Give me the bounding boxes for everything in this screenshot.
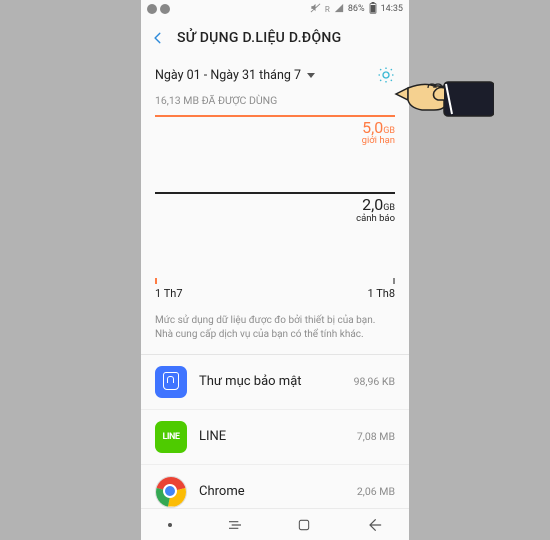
back-button[interactable] [366,517,382,533]
warning-label: cảnh báo [155,214,395,224]
app-name: Chrome [199,484,345,499]
disclaimer-line1: Mức sử dụng dữ liệu được đo bởi thiết bị… [155,314,395,328]
app-name: LINE [199,429,345,444]
warning-line [155,192,395,194]
axis-label-end: 1 Th8 [275,287,395,300]
limit-value: 5,0 [362,118,383,137]
list-item[interactable]: Chrome 2,06 MB [141,465,409,508]
app-list: Thư mục bảo mật 98,96 KB LINE LINE 7,08 … [141,355,409,508]
disclaimer-line2: Nhà cung cấp dịch vụ của bạn có thể tính… [155,328,395,342]
navigation-bar [141,508,409,540]
status-bar: R 86% 14:35 [141,0,409,18]
clock-text: 14:35 [381,4,403,14]
usage-chart: 16,13 MB ĐÃ ĐƯỢC DÙNG 5,0GB giới hạn 2,0… [141,94,409,306]
axis-label-start: 1 Th7 [155,287,275,300]
limit-marker[interactable]: 5,0GB giới hạn [155,115,395,146]
chat-icon [160,4,170,14]
nav-dot-icon [168,523,172,527]
app-name: Thư mục bảo mật [199,374,342,389]
app-usage: 7,08 MB [357,430,395,443]
mute-icon [310,2,321,16]
roaming-indicator: R [325,5,330,14]
phone-frame: R 86% 14:35 SỬ DỤNG D.LIỆU D.ĐỘNG Ngày 0… [141,0,409,540]
back-icon[interactable] [151,31,165,45]
period-selector[interactable]: Ngày 01 - Ngày 31 tháng 7 [155,68,377,83]
app-usage: 2,06 MB [357,485,395,498]
limit-line [155,115,395,117]
period-label: Ngày 01 - Ngày 31 tháng 7 [155,68,301,83]
limit-label: giới hạn [155,136,395,146]
battery-icon [369,2,377,17]
list-item[interactable]: Thư mục bảo mật 98,96 KB [141,355,409,410]
limit-unit: GB [383,126,395,136]
pointing-hand-illustration [394,64,494,130]
chevron-down-icon [307,73,315,78]
warning-value: 2,0 [362,195,383,214]
gear-icon[interactable] [377,66,395,84]
x-axis: 1 Th7 1 Th8 [155,274,395,300]
secure-folder-icon [155,366,187,398]
app-bar: SỬ DỤNG D.LIỆU D.ĐỘNG [141,18,409,58]
app-usage: 98,96 KB [354,375,395,388]
axis-tick [393,278,395,284]
disclaimer: Mức sử dụng dữ liệu được đo bởi thiết bị… [141,306,409,355]
line-icon: LINE [155,421,187,453]
axis-tick [155,278,157,284]
home-button[interactable] [297,518,311,532]
used-text: 16,13 MB ĐÃ ĐƯỢC DÙNG [155,94,395,107]
chrome-icon [155,476,187,508]
list-item[interactable]: LINE LINE 7,08 MB [141,410,409,465]
chat-icon [147,4,157,14]
battery-percent: 86% [348,4,365,14]
signal-icon [334,3,344,16]
warning-marker[interactable]: 2,0GB cảnh báo [155,192,395,223]
notification-icons [147,4,170,14]
recents-button[interactable] [227,517,243,533]
period-row: Ngày 01 - Ngày 31 tháng 7 [141,58,409,94]
page-title: SỬ DỤNG D.LIỆU D.ĐỘNG [177,30,341,46]
warning-unit: GB [383,203,395,213]
